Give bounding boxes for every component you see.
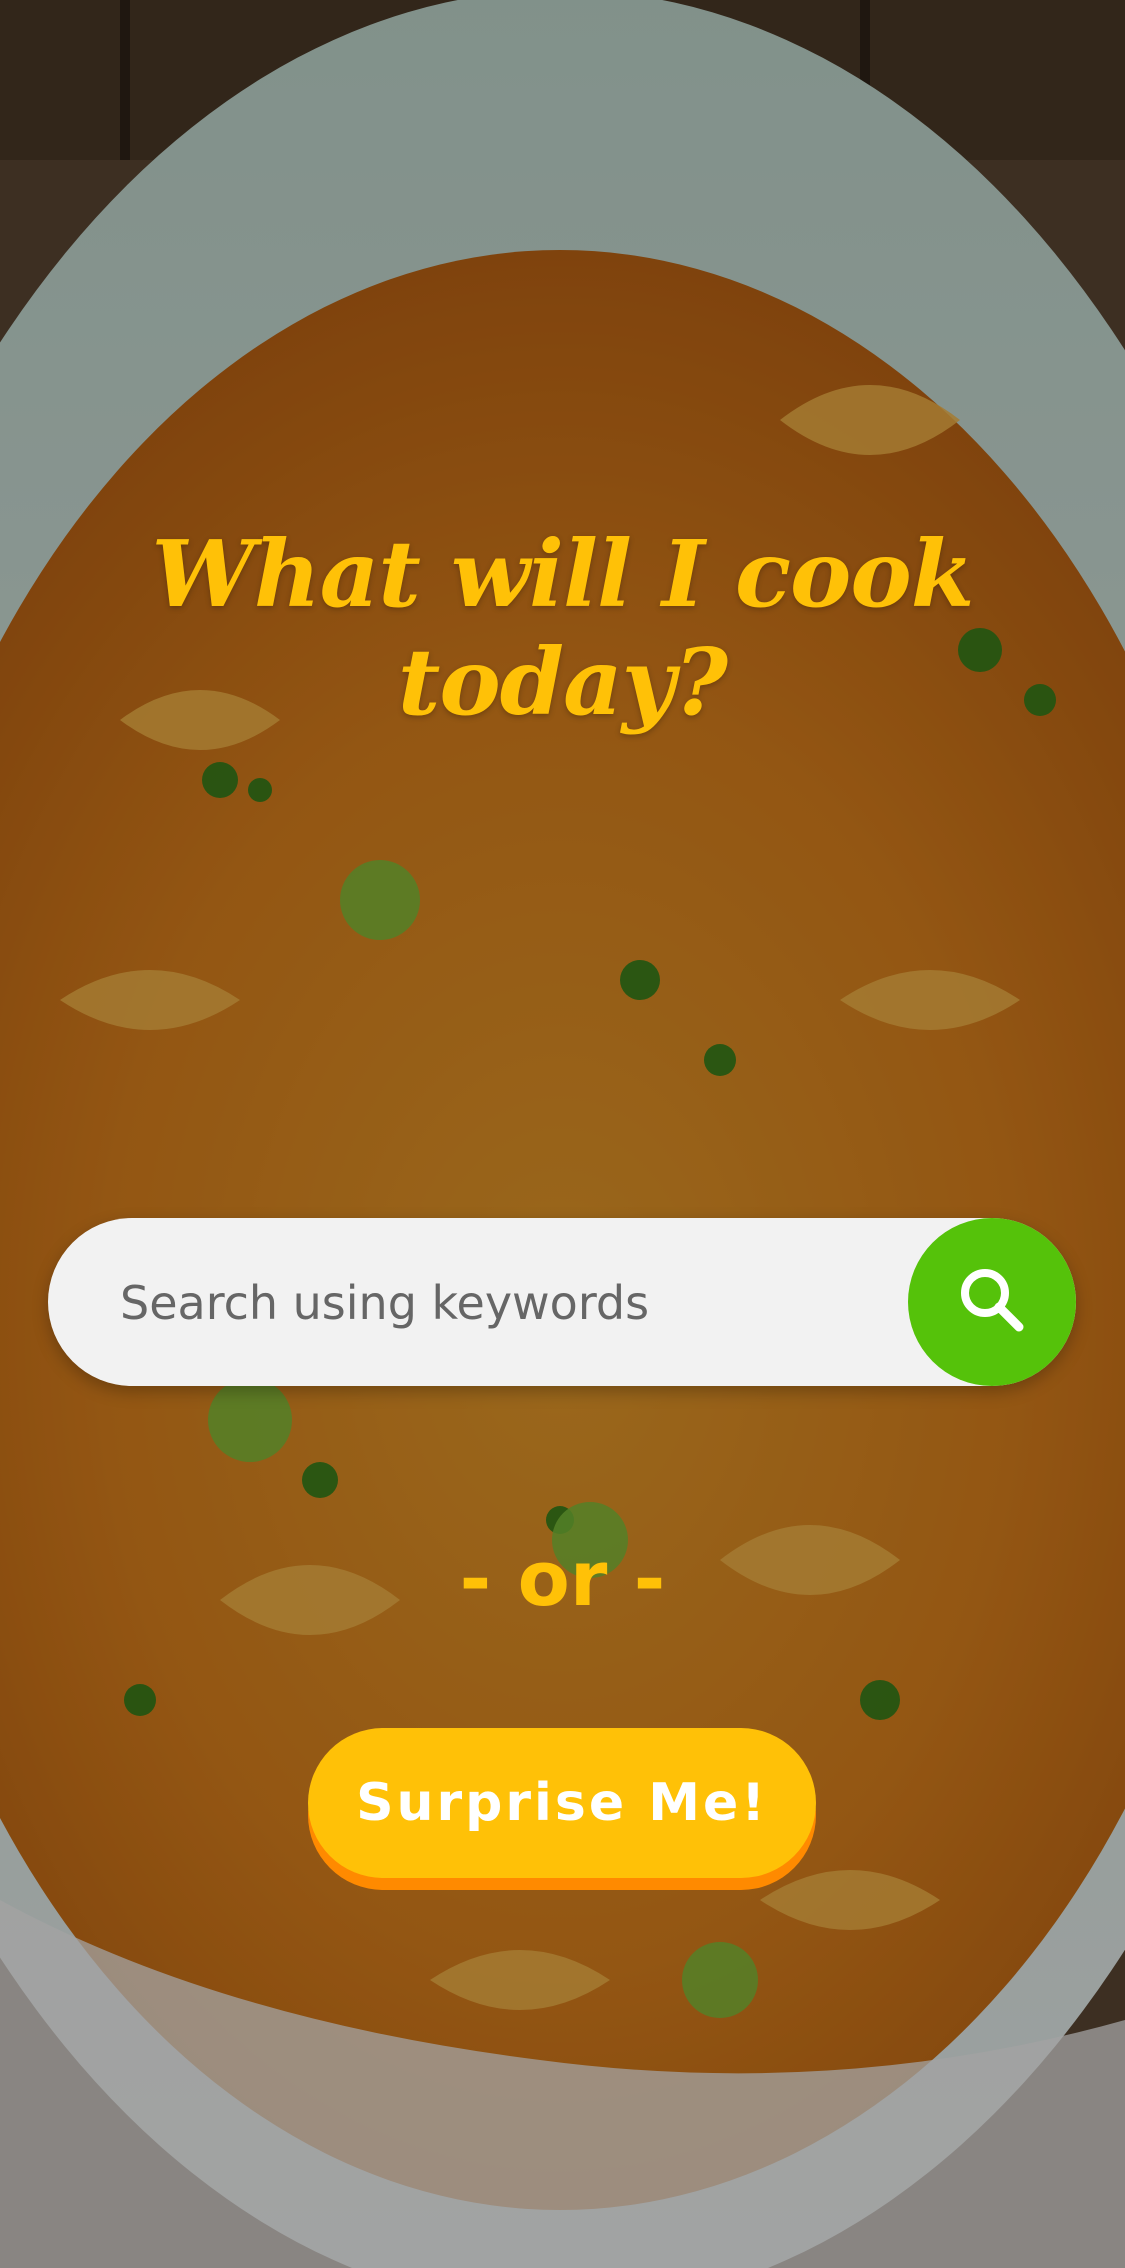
- or-divider: - or -: [459, 1534, 666, 1623]
- search-input[interactable]: [118, 1218, 882, 1388]
- search-button[interactable]: [908, 1218, 1076, 1386]
- surprise-me-button[interactable]: Surprise Me!: [308, 1728, 816, 1878]
- dark-overlay: [0, 0, 1125, 2268]
- page-title: What will I cook today?: [151, 520, 975, 736]
- search-bar: [48, 1218, 1076, 1388]
- search-icon: [953, 1261, 1031, 1343]
